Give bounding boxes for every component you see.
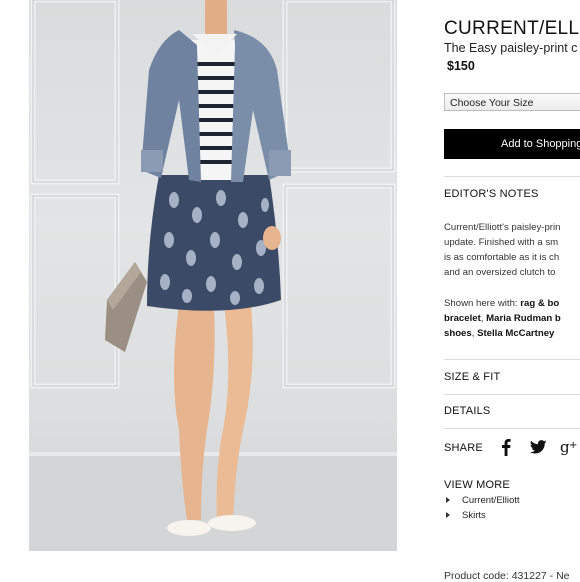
editors-notes-heading: EDITOR'S NOTES bbox=[444, 188, 539, 200]
view-more-heading: VIEW MORE bbox=[444, 479, 510, 491]
view-more-link[interactable]: Current/Elliott bbox=[446, 495, 520, 506]
google-plus-icon[interactable]: g + bbox=[560, 439, 578, 455]
product-price: $150 bbox=[447, 59, 475, 73]
view-more-label: Skirts bbox=[462, 510, 486, 521]
editors-notes-line: Current/Elliott's paisley-prin bbox=[444, 222, 561, 233]
divider bbox=[444, 359, 580, 360]
shown-with-link[interactable]: rag & bo bbox=[520, 298, 559, 309]
add-to-bag-button[interactable]: Add to Shopping bbox=[444, 129, 580, 159]
shown-with-link[interactable]: Maria Rudman b bbox=[486, 313, 561, 324]
caret-right-icon bbox=[446, 497, 450, 503]
divider bbox=[444, 394, 580, 395]
product-photo[interactable] bbox=[29, 0, 397, 551]
share-label: SHARE bbox=[444, 442, 483, 454]
product-code: Product code: 431227 - Ne bbox=[444, 570, 570, 582]
svg-text:+: + bbox=[569, 440, 577, 451]
view-more-label: Current/Elliott bbox=[462, 495, 520, 506]
size-fit-toggle[interactable]: SIZE & FIT bbox=[444, 371, 500, 383]
shown-with-line: shoes, Stella McCartney bbox=[444, 328, 554, 339]
editors-notes-line: is as comfortable as it is ch bbox=[444, 252, 560, 263]
editors-notes-line: and an oversized clutch to bbox=[444, 267, 556, 278]
product-brand[interactable]: CURRENT/ELLI bbox=[444, 18, 580, 40]
view-more-link[interactable]: Skirts bbox=[446, 510, 486, 521]
shown-with-link[interactable]: Stella McCartney bbox=[477, 328, 554, 339]
details-toggle[interactable]: DETAILS bbox=[444, 405, 490, 417]
editors-notes-line: update. Finished with a sm bbox=[444, 237, 559, 248]
divider bbox=[444, 176, 580, 177]
size-select[interactable]: Choose Your Size bbox=[444, 93, 580, 111]
twitter-icon[interactable] bbox=[530, 440, 547, 454]
shown-with-line: bracelet, Maria Rudman b bbox=[444, 313, 561, 324]
model-illustration bbox=[29, 0, 397, 551]
facebook-icon[interactable] bbox=[500, 438, 512, 456]
shown-with-label: Shown here with: bbox=[444, 298, 521, 309]
shown-with-link[interactable]: bracelet bbox=[444, 313, 481, 324]
shown-with-line: Shown here with: rag & bo bbox=[444, 298, 559, 309]
divider bbox=[444, 428, 580, 429]
caret-right-icon bbox=[446, 512, 450, 518]
product-subtitle: The Easy paisley-print c bbox=[444, 41, 578, 55]
shown-with-link[interactable]: shoes bbox=[444, 328, 472, 339]
